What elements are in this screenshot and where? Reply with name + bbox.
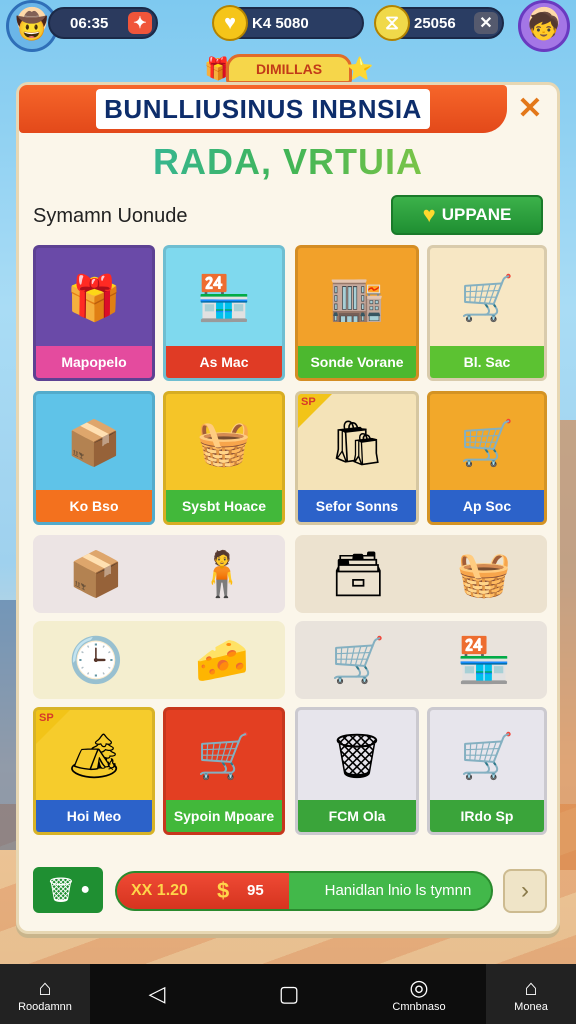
fruit-box-icon: 📦 xyxy=(66,419,122,468)
shop-item-wide[interactable]: 🗃 🧺 xyxy=(295,535,547,613)
card-label: FCM Ola xyxy=(298,800,416,832)
nav-menu[interactable]: ⌂ Monea xyxy=(486,964,576,1024)
heart-icon: ♥ xyxy=(422,202,436,227)
system-navbar: ⌂ Roodamnn ◁ ▢ ◎ Cmnbnaso ⌂ Monea xyxy=(0,964,576,1024)
trolley-icon: 🛒 xyxy=(459,419,515,468)
gems-value: 25056 xyxy=(414,14,456,32)
cart-goods-icon: 🛍 xyxy=(329,419,385,468)
section-label: Symamn Uonude xyxy=(33,205,188,227)
dollar-icon: $ xyxy=(217,878,230,903)
event-banner: DIMILLAS xyxy=(226,54,352,84)
coins-pill: ♥ K4 5080 xyxy=(212,5,364,41)
card-label: IRdo Sp xyxy=(430,800,544,832)
shop-card[interactable]: 🛒 Ap Soc xyxy=(427,391,547,525)
square-icon: ▢ xyxy=(278,981,300,1006)
card-label: Hoi Meo xyxy=(36,800,152,832)
coin-small-icon: ● xyxy=(80,881,91,898)
nav-home-label: Roodamnn xyxy=(18,1001,72,1013)
shop-item-wide[interactable]: 🛒 🏪 xyxy=(295,621,547,699)
shop-card[interactable]: SP 🛍 Sefor Sonns xyxy=(295,391,419,525)
nav-compass[interactable]: ◎ Cmnbnaso xyxy=(374,964,464,1024)
progress-bar: XX 1.20 $ 95 Hanidlan lnio ls tymnn xyxy=(115,871,493,911)
shop-building-icon: 🏬 xyxy=(329,274,385,323)
progress-amount: 95 xyxy=(247,882,264,899)
shop-card[interactable]: SP 🏕 Hoi Meo xyxy=(33,707,155,835)
cart-icon: 🛒 xyxy=(196,732,252,781)
nav-home[interactable]: ⌂ Roodamnn xyxy=(0,964,90,1024)
card-label: Ko Bso xyxy=(36,490,152,522)
shop-card[interactable]: 📦 Ko Bso xyxy=(33,391,155,525)
upgrade-label: UPPANE xyxy=(441,205,512,224)
clock-icon: 🕒 xyxy=(68,636,124,685)
card-label: Bl. Sac xyxy=(430,346,544,378)
shopper-cart-icon: 🧍 xyxy=(194,550,250,599)
market-stall-icon: 🏕 xyxy=(66,732,122,781)
add-gems-icon[interactable]: ✕ xyxy=(474,12,498,34)
store-icon: 🏪 xyxy=(456,636,512,685)
shop-card[interactable]: 🎁 Mapopelo xyxy=(33,245,155,381)
progress-value: XX 1.20 xyxy=(131,882,188,899)
shopping-cart-icon: 🛒 xyxy=(459,274,515,323)
player-stat-pill: 06:35 ✦ xyxy=(48,7,158,39)
top-hud: 🤠 06:35 ✦ ♥ K4 5080 ⧖ 25056 ✕ 🧒 xyxy=(0,0,576,52)
shop-item-wide[interactable]: 📦 🧍 xyxy=(33,535,285,613)
red-cart-icon: 🛒 xyxy=(459,732,515,781)
gift-boxes-icon: 🎁 xyxy=(66,274,122,323)
shop-card[interactable]: 🛒 Sypoin Mpoare xyxy=(163,707,285,835)
friend-avatar[interactable]: 🧒 xyxy=(518,0,570,52)
next-button[interactable]: › xyxy=(503,869,547,913)
coin-icon: ♥ xyxy=(212,5,248,41)
nav-menu-label: Monea xyxy=(514,1001,548,1013)
card-label: Sysbt Hoace xyxy=(166,490,282,522)
bin-cart-icon: 🗑 xyxy=(329,732,385,781)
bottom-bar: 🗑 ● XX 1.20 $ 95 Hanidlan lnio ls tymnn … xyxy=(33,867,547,915)
shop-card[interactable]: 🗑 FCM Ola xyxy=(295,707,419,835)
plus-icon[interactable]: ✦ xyxy=(128,12,152,34)
player-value: 06:35 xyxy=(70,14,109,32)
shop-card[interactable]: 🧺 Sysbt Hoace xyxy=(163,391,285,525)
shop-item-wide[interactable]: 🕒 🧀 xyxy=(33,621,285,699)
box-icon: 📦 xyxy=(68,550,124,599)
shop-card[interactable]: 🛒 Bl. Sac xyxy=(427,245,547,381)
shop-panel: BUNLLIUSINUS INBNSIA ✕ RADA, VRTUIA Syma… xyxy=(16,82,560,934)
card-label: Mapopelo xyxy=(36,346,152,378)
nav-back[interactable]: ◁ xyxy=(112,964,202,1024)
trash-icon: 🗑 xyxy=(45,876,77,904)
cart-pink-icon: 🛒 xyxy=(330,636,386,685)
close-button[interactable]: ✕ xyxy=(513,93,547,127)
card-label: Sypoin Mpoare xyxy=(166,800,282,832)
gem-icon: ⧖ xyxy=(374,5,410,41)
shop-card[interactable]: 🏬 Sonde Vorane xyxy=(295,245,419,381)
shop-stall-icon: 🏪 xyxy=(196,274,252,323)
shop-card[interactable]: 🏪 As Mac xyxy=(163,245,285,381)
upgrade-button[interactable]: ♥ UPPANE xyxy=(391,195,543,235)
star-decoration-icon: ⭐ xyxy=(346,56,374,81)
store-menu-icon: ⌂ xyxy=(524,975,538,1000)
basket-goods-icon: 🧺 xyxy=(456,550,512,599)
card-label: Sonde Vorane xyxy=(298,346,416,378)
nav-recent[interactable]: ▢ xyxy=(244,964,334,1024)
panel-subtitle: RADA, VRTUIA xyxy=(19,141,557,183)
crate-icon: 🗃 xyxy=(330,550,387,599)
compass-icon: ◎ xyxy=(409,975,429,1000)
card-label: Ap Soc xyxy=(430,490,544,522)
shop-card[interactable]: 🛒 IRdo Sp xyxy=(427,707,547,835)
card-label: Sefor Sonns xyxy=(298,490,416,522)
panel-title-bar: BUNLLIUSINUS INBNSIA xyxy=(19,85,507,133)
trash-button[interactable]: 🗑 ● xyxy=(33,867,103,913)
home-icon: ⌂ xyxy=(38,975,52,1000)
basket-icon: 🧺 xyxy=(196,419,252,468)
gems-pill: ⧖ 25056 ✕ xyxy=(374,5,504,41)
nav-compass-label: Cmnbnaso xyxy=(392,1001,446,1013)
panel-title: BUNLLIUSINUS INBNSIA xyxy=(96,89,430,129)
coins-value: K4 5080 xyxy=(252,14,309,32)
back-triangle-icon: ◁ xyxy=(148,981,166,1006)
progress-message: Hanidlan lnio ls tymnn xyxy=(324,882,472,899)
card-label: As Mac xyxy=(166,346,282,378)
cheese-crate-icon: 🧀 xyxy=(194,636,250,685)
